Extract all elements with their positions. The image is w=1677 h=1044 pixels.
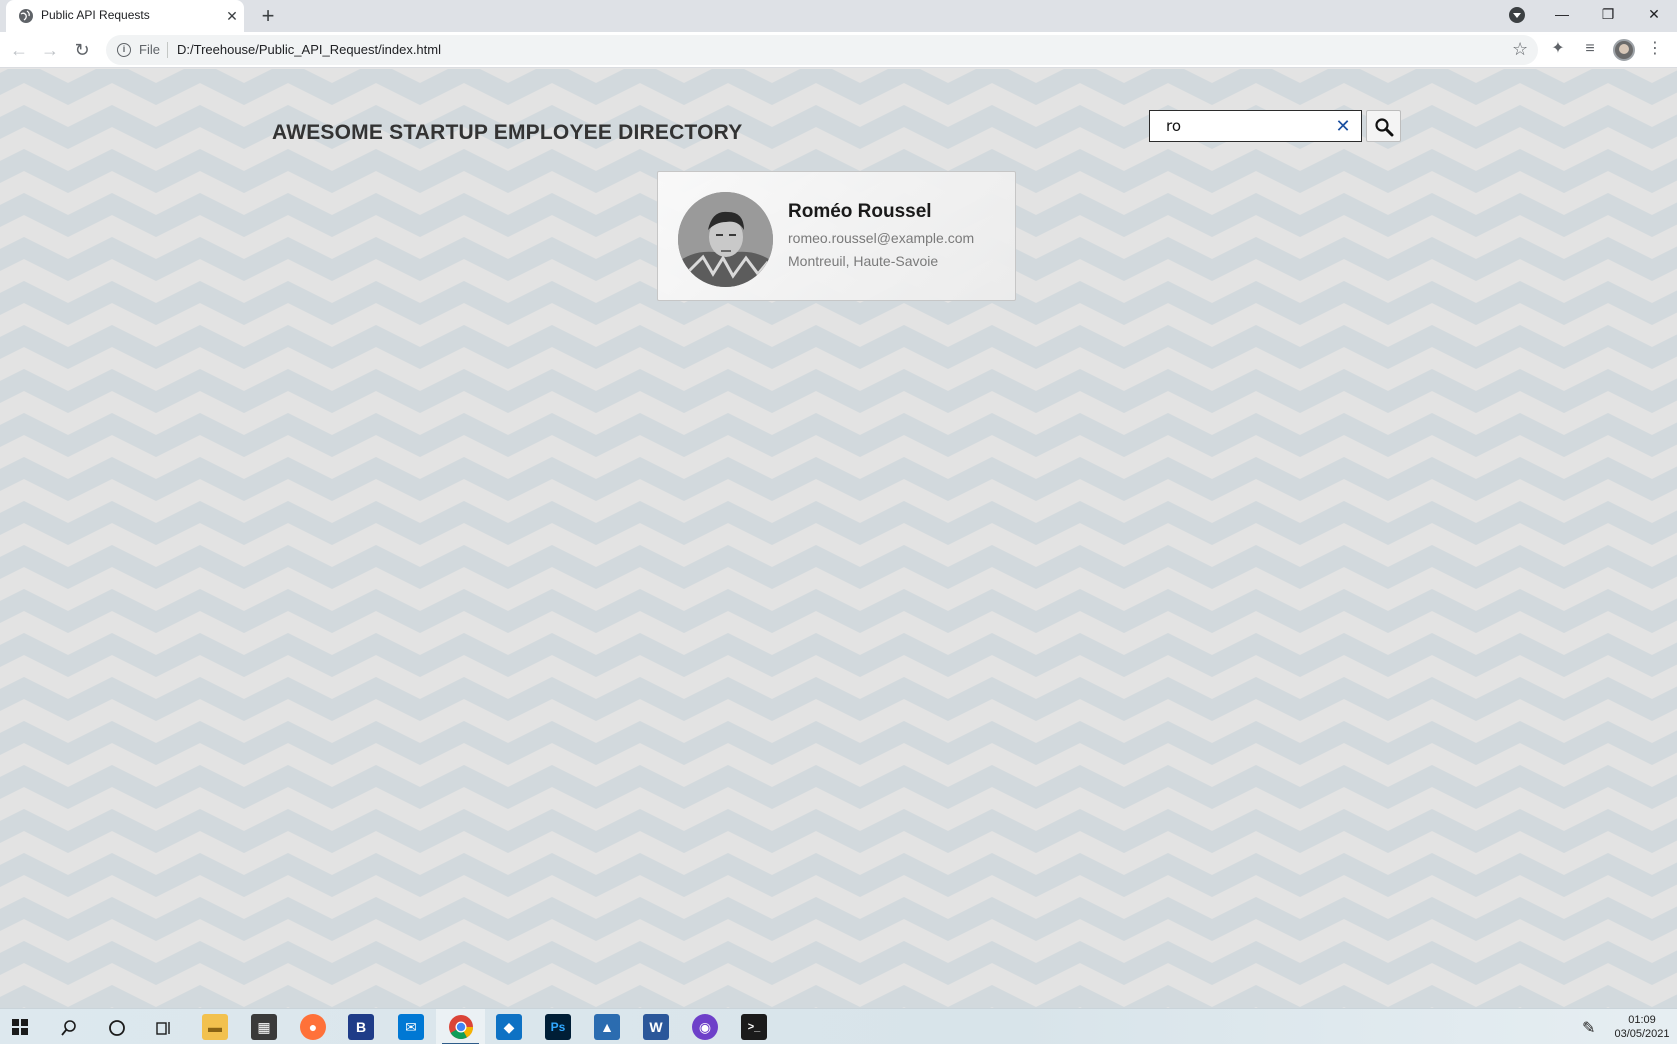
media-control-icon[interactable]: ≡ <box>1579 38 1601 60</box>
taskbar-search-icon[interactable] <box>60 1019 78 1037</box>
tab-title: Public API Requests <box>41 8 150 22</box>
employee-avatar <box>678 192 773 287</box>
address-bar[interactable]: i File D:/Treehouse/Public_API_Request/i… <box>106 35 1538 65</box>
new-tab-icon[interactable]: + <box>256 4 280 28</box>
browser-toolbar: ← → ↻ i File D:/Treehouse/Public_API_Req… <box>0 32 1677 68</box>
task-view-icon[interactable] <box>155 1019 173 1037</box>
url-divider <box>167 42 168 58</box>
restore-icon[interactable]: ❐ <box>1588 2 1628 26</box>
pen-icon[interactable]: ✎ <box>1582 1018 1595 1038</box>
mail-icon[interactable]: ✉ <box>398 1014 424 1040</box>
menu-kebab-icon[interactable]: ⋮ <box>1644 38 1666 60</box>
close-tab-icon[interactable]: ✕ <box>222 6 242 26</box>
search-icon <box>1375 118 1394 137</box>
bookmark-star-icon[interactable]: ☆ <box>1512 39 1528 60</box>
cortana-icon[interactable] <box>108 1019 126 1037</box>
word-icon[interactable]: W <box>643 1014 669 1040</box>
page-title: AWESOME STARTUP EMPLOYEE DIRECTORY <box>272 121 743 144</box>
globe-icon <box>19 9 33 23</box>
chrome-icon[interactable] <box>448 1014 474 1040</box>
url-text[interactable]: D:/Treehouse/Public_API_Request/index.ht… <box>177 42 441 57</box>
firefox-icon[interactable]: ● <box>300 1014 326 1040</box>
back-icon[interactable]: ← <box>7 38 31 62</box>
windows-start-icon[interactable] <box>12 1019 28 1035</box>
search-form: ✕ <box>1149 110 1362 142</box>
store-icon[interactable]: ▦ <box>251 1014 277 1040</box>
terminal-icon[interactable]: >_ <box>741 1014 767 1040</box>
photos-icon[interactable]: ▲ <box>594 1014 620 1040</box>
file-explorer-icon[interactable]: ▬ <box>202 1014 228 1040</box>
close-window-icon[interactable]: ✕ <box>1634 2 1674 26</box>
employee-email: romeo.roussel@example.com <box>788 230 975 246</box>
windows-taskbar: ▬ ▦ ● B ✉ ◆ Ps ▲ W ◉ >_ ✎ 01:09 03/05/20… <box>0 1008 1677 1044</box>
search-button[interactable] <box>1366 110 1401 142</box>
employee-name: Roméo Roussel <box>788 201 932 222</box>
extensions-icon[interactable]: ✦ <box>1547 38 1569 60</box>
search-input[interactable] <box>1150 111 1330 141</box>
employee-location: Montreuil, Haute-Savoie <box>788 253 939 269</box>
github-desktop-icon[interactable]: ◉ <box>692 1014 718 1040</box>
b-app-icon[interactable]: B <box>348 1014 374 1040</box>
browser-tab[interactable]: Public API Requests ✕ <box>6 0 244 32</box>
employee-photo <box>678 192 773 287</box>
employee-card[interactable]: Roméo Roussel romeo.roussel@example.com … <box>657 171 1016 301</box>
page-content: AWESOME STARTUP EMPLOYEE DIRECTORY ✕ Rom… <box>0 69 1677 1008</box>
vscode-icon[interactable]: ◆ <box>496 1014 522 1040</box>
tab-search-icon[interactable] <box>1509 7 1525 23</box>
url-scheme: File <box>139 42 160 57</box>
clear-search-icon[interactable]: ✕ <box>1332 115 1354 137</box>
clock-date: 03/05/2021 <box>1614 1028 1670 1040</box>
info-icon[interactable]: i <box>117 43 131 57</box>
reload-icon[interactable]: ↻ <box>70 38 94 62</box>
minimize-icon[interactable]: — <box>1542 2 1582 26</box>
photoshop-icon[interactable]: Ps <box>545 1014 571 1040</box>
clock[interactable]: 01:09 03/05/2021 <box>1612 1013 1672 1041</box>
profile-avatar-icon[interactable] <box>1613 39 1635 61</box>
browser-tab-strip: Public API Requests ✕ + — ❐ ✕ <box>0 0 1677 32</box>
forward-icon[interactable]: → <box>38 38 62 62</box>
clock-time: 01:09 <box>1628 1014 1656 1026</box>
